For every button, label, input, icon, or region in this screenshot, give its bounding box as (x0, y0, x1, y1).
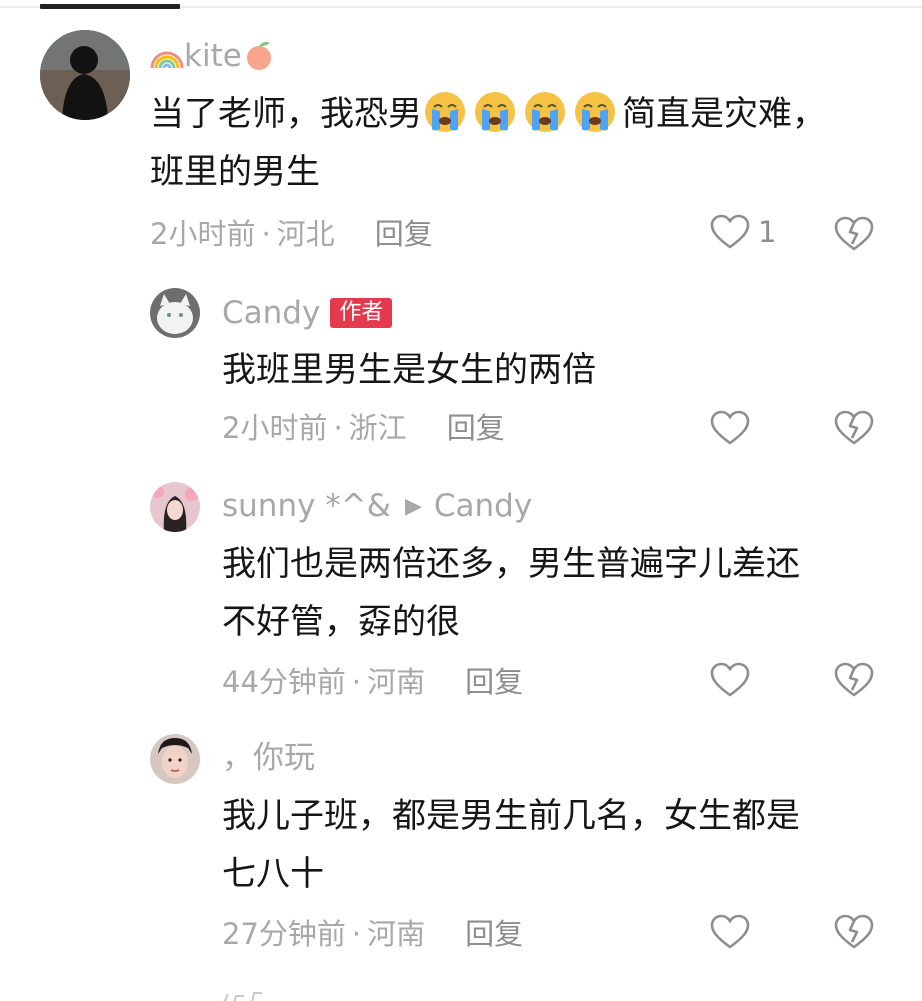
next-comment-cutoff (222, 988, 282, 1001)
timestamp: 2小时前 (150, 217, 256, 251)
author-badge: 作者 (330, 298, 393, 328)
dislike-button[interactable] (834, 216, 874, 256)
active-tab-indicator (40, 4, 180, 9)
rainbow-icon (150, 51, 184, 69)
dislike-button[interactable] (834, 914, 874, 954)
reply-button[interactable]: 回复 (465, 665, 523, 699)
broken-heart-icon (834, 410, 874, 445)
comment-text: 我班里男生是女生的两倍 (222, 350, 596, 390)
avatar[interactable] (150, 288, 200, 338)
location: 河北 (276, 217, 335, 251)
broken-heart-icon (834, 662, 874, 697)
timestamp: 2小时前 (222, 411, 328, 445)
avatar[interactable] (150, 482, 200, 532)
heart-outline-icon (710, 914, 750, 949)
like-button[interactable] (710, 914, 750, 950)
reply-button[interactable]: 回复 (465, 917, 523, 951)
reply-button[interactable]: 回复 (447, 411, 505, 445)
play-arrow-icon: ▶ (404, 494, 422, 519)
timestamp: 44分钟前 (222, 665, 346, 699)
like-button[interactable] (710, 662, 750, 698)
dislike-button[interactable] (834, 410, 874, 450)
comment-text: 当了老师，我恐男 简直是灾难， 班里的男生 (150, 85, 870, 201)
author-name: Candy (222, 295, 321, 331)
crying-face-emoji (575, 92, 615, 132)
location: 河南 (367, 665, 426, 699)
top-divider (0, 4, 922, 9)
author-name: ，你玩 (222, 740, 315, 776)
comment-text: 我儿子班，都是男生前几名，女生都是 七八十 (222, 796, 800, 894)
author-name: sunny *^& (222, 488, 391, 524)
reply-to-name: Candy (433, 488, 533, 524)
like-count: 1 (758, 215, 777, 249)
author-name: kite (184, 38, 242, 74)
comment-text: 我们也是两倍还多，男生普遍字儿差还 不好管，孬的很 (222, 544, 800, 642)
comment-author[interactable]: ，你玩 (222, 738, 315, 778)
location: 河南 (367, 917, 426, 951)
comment-meta: 44分钟前 · 河南 回复 (222, 665, 524, 699)
heart-outline-icon (710, 410, 750, 445)
comment-meta: 27分钟前 · 河南 回复 (222, 917, 524, 951)
location: 浙江 (348, 411, 407, 445)
crying-face-emoji (525, 92, 565, 132)
comment-author[interactable]: sunny *^& ▶ Candy (222, 486, 532, 527)
avatar[interactable] (40, 30, 130, 120)
avatar[interactable] (150, 734, 200, 784)
like-button[interactable]: 1 (710, 214, 776, 250)
dislike-button[interactable] (834, 662, 874, 702)
crying-face-emoji (425, 92, 465, 132)
comment-author[interactable]: Candy 作者 (222, 293, 393, 333)
heart-outline-icon (710, 662, 750, 697)
reply-button[interactable]: 回复 (375, 217, 433, 251)
comment-meta: 2小时前 · 河北 回复 (150, 217, 433, 251)
heart-outline-icon (710, 214, 750, 249)
comment-meta: 2小时前 · 浙江 回复 (222, 411, 505, 445)
crying-face-emoji (475, 92, 515, 132)
peach-icon (246, 42, 271, 70)
timestamp: 27分钟前 (222, 917, 346, 951)
like-button[interactable] (710, 410, 750, 446)
comment-author[interactable]: kite (150, 36, 276, 76)
broken-heart-icon (834, 914, 874, 949)
broken-heart-icon (834, 216, 874, 251)
